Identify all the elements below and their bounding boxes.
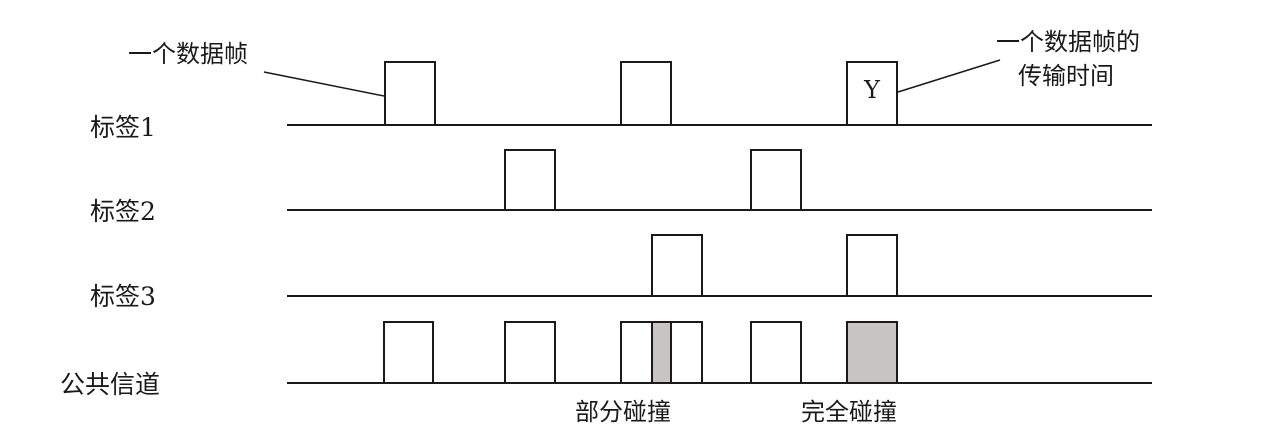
- tag1-frame-1: [384, 61, 436, 126]
- transmission-time-annotation-line2: 传输时间: [1018, 62, 1114, 90]
- frame-annotation: 一个数据帧: [128, 40, 248, 68]
- tag3-frame-2: [846, 234, 898, 297]
- channel-partial-overlap-area: [652, 323, 671, 382]
- channel-full-collision-frame: [846, 321, 898, 384]
- transmission-time-leader: [897, 59, 1001, 93]
- full-collision-label: 完全碰撞: [801, 398, 897, 426]
- frame-annotation-leader: [263, 71, 385, 97]
- rfid-collision-diagram: 标签1 标签2 标签3 公共信道 Y 一个数据帧 一个数据帧的 传输时间 部分碰…: [60, 28, 1152, 426]
- channel-frame-5: [750, 321, 802, 384]
- channel-frame-1: [383, 321, 434, 384]
- partial-collision-label: 部分碰撞: [575, 398, 671, 426]
- tag1-frame-2: [620, 61, 672, 126]
- row-label-tag3: 标签3: [90, 282, 156, 311]
- tag3-frame-1: [651, 234, 703, 297]
- row-label-common-channel: 公共信道: [60, 370, 160, 399]
- tag2-frame-1: [504, 149, 556, 211]
- row-label-tag2: 标签2: [90, 197, 156, 226]
- frame-letter-y: Y: [863, 76, 881, 104]
- channel-frame-2: [504, 321, 556, 384]
- tag2-frame-2: [750, 149, 802, 211]
- transmission-time-annotation-line1: 一个数据帧的: [996, 28, 1140, 56]
- row-label-tag1: 标签1: [90, 113, 156, 142]
